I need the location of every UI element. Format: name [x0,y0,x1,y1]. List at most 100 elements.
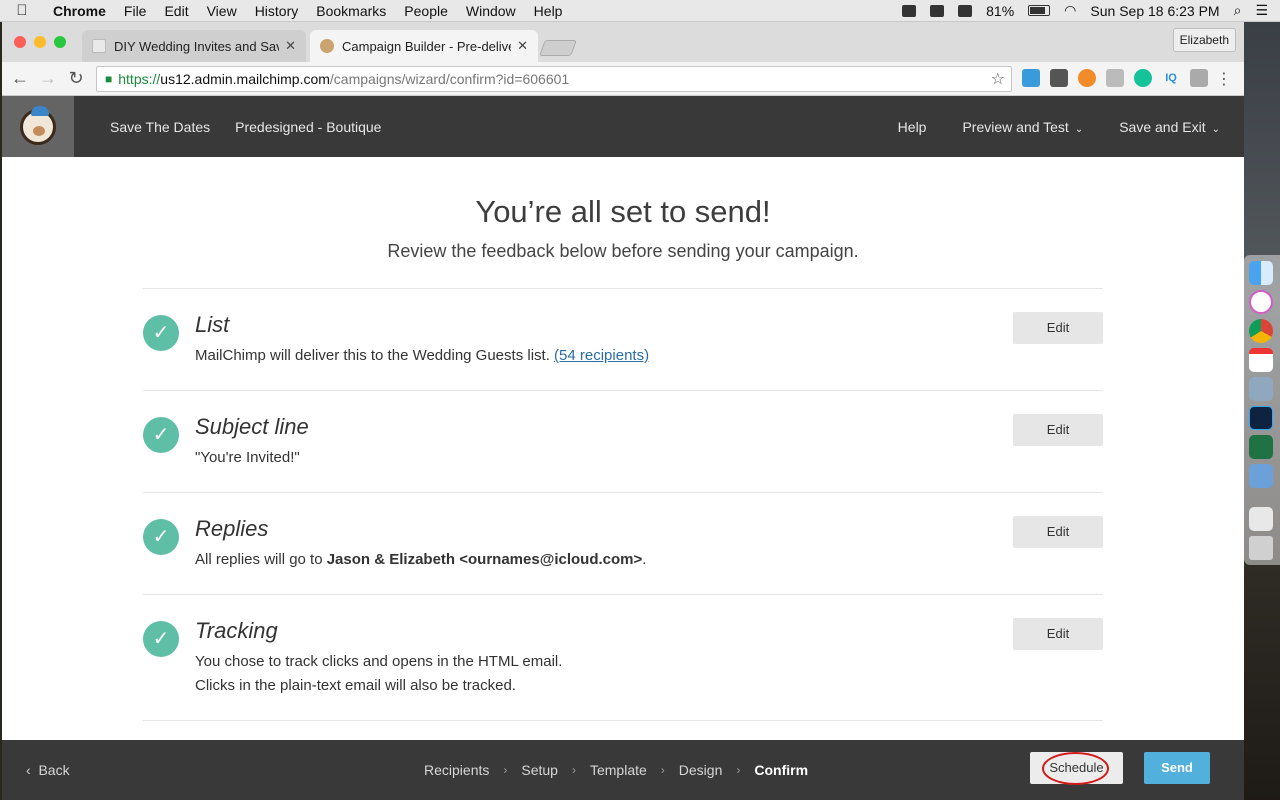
menu-edit[interactable]: Edit [155,3,197,19]
header-actions: Help Preview and Test ⌄ Save and Exit ⌄ [862,119,1244,135]
freddie-logo-icon [20,105,56,145]
section-title: Tracking [195,618,278,643]
mailchimp-header: Save The Dates Predesigned - Boutique He… [2,96,1244,157]
step-confirm[interactable]: Confirm [754,762,808,778]
close-window-icon[interactable] [14,36,26,48]
close-tab-icon[interactable]: ✕ [517,38,528,54]
tab-campaign-builder[interactable]: Campaign Builder - Pre-deliver ✕ [310,30,538,62]
preview-icon[interactable] [1249,377,1273,401]
preview-and-test-menu[interactable]: Preview and Test ⌄ [962,119,1083,135]
template-name[interactable]: Predesigned - Boutique [235,119,381,135]
menu-help[interactable]: Help [525,3,572,19]
step-recipients[interactable]: Recipients [424,762,489,778]
back-arrow-icon[interactable]: ← [6,68,34,89]
maximize-window-icon[interactable] [54,36,66,48]
mail-icon[interactable] [1249,464,1273,488]
spotlight-search-icon[interactable]: ⌕ [1234,2,1242,19]
menu-history[interactable]: History [246,3,308,19]
calendar-icon[interactable] [1249,348,1273,372]
url-path: /campaigns/wizard/confirm?id=606601 [329,71,570,87]
forward-arrow-icon[interactable]: → [34,68,62,89]
schedule-button[interactable]: Schedule [1030,752,1123,785]
excel-icon[interactable] [1249,435,1273,459]
address-bar[interactable]: ■ https://us12.admin.mailchimp.com/campa… [96,66,1012,92]
chevron-down-icon: ⌄ [1074,123,1084,135]
edit-list-button[interactable]: Edit [1013,312,1103,344]
chrome-menu-icon[interactable]: ⋮ [1216,69,1232,89]
itunes-icon[interactable] [1249,290,1273,314]
step-setup[interactable]: Setup [521,762,558,778]
apple-menu-icon[interactable]:  [0,2,44,19]
save-and-exit-menu[interactable]: Save and Exit ⌄ [1119,119,1220,135]
trash-icon[interactable] [1249,536,1273,560]
section-subject: ✓ Subject line "You're Invited!" Edit [143,390,1103,492]
list-desc-text: MailChimp will deliver this to the Weddi… [195,347,555,364]
extension-tb-icon[interactable] [1190,69,1208,87]
scanner-icon[interactable] [958,4,973,17]
clock[interactable]: Sun Sep 18 6:23 PM [1090,3,1219,19]
extension-bird-icon[interactable] [1022,69,1040,87]
confirm-content: You’re all set to send! Review the feedb… [2,157,1244,740]
minimize-window-icon[interactable] [34,36,46,48]
tab-diy-wedding[interactable]: DIY Wedding Invites and Save ✕ [82,30,306,62]
back-label: Back [38,762,70,778]
browser-window: DIY Wedding Invites and Save ✕ Campaign … [2,22,1244,800]
edit-subject-button[interactable]: Edit [1013,414,1103,446]
url-host: us12.admin.mailchimp.com [160,71,330,87]
extension-iq-icon[interactable]: IQ [1162,69,1180,87]
section-description: MailChimp will deliver this to the Weddi… [195,344,649,368]
extension-owl-icon[interactable] [1050,69,1068,87]
campaign-name[interactable]: Save The Dates [110,119,210,135]
reload-icon[interactable]: ↻ [62,68,90,89]
music-folder-icon[interactable] [1249,507,1273,531]
section-title: List [195,312,230,337]
chrome-icon[interactable] [1249,319,1273,343]
edit-tracking-button[interactable]: Edit [1013,618,1103,650]
profile-button[interactable]: Elizabeth [1172,28,1236,52]
send-button[interactable]: Send [1144,752,1210,784]
edit-replies-button[interactable]: Edit [1013,516,1103,548]
menu-window[interactable]: Window [457,3,525,19]
photoshop-icon[interactable] [1249,406,1273,430]
checkmark-icon: ✓ [143,621,179,657]
help-link[interactable]: Help [898,119,927,135]
finder-icon[interactable] [1249,261,1273,285]
chevron-right-icon: › [503,763,508,777]
section-list: ✓ List MailChimp will deliver this to th… [143,288,1103,390]
notification-center-icon[interactable]: ☰ [1255,2,1268,19]
preview-label: Preview and Test [962,118,1069,135]
section-title: Replies [195,516,269,541]
evernote-icon[interactable] [930,4,945,17]
step-design[interactable]: Design [679,762,723,778]
close-tab-icon[interactable]: ✕ [285,38,296,54]
menu-people[interactable]: People [395,3,457,19]
menu-file[interactable]: File [115,3,156,19]
battery-icon[interactable] [1028,5,1051,16]
mailchimp-logo[interactable] [2,96,74,157]
section-tracking: ✓ Tracking You chose to track clicks and… [143,594,1103,740]
back-button[interactable]: ‹ Back [26,762,70,778]
grammarly-icon[interactable] [1134,69,1152,87]
window-controls [14,36,66,48]
page-title: You’re all set to send! [475,194,771,229]
tracking-line-2: Clicks in the plain-text email will also… [195,677,516,694]
chevron-right-icon: › [736,763,741,777]
wizard-steps: Recipients › Setup › Template › Design ›… [424,740,808,800]
menu-view[interactable]: View [198,3,246,19]
mac-menubar:  Chrome File Edit View History Bookmark… [0,0,1280,22]
extension-fire-icon[interactable] [1078,69,1096,87]
recipients-link[interactable]: (54 recipients) [554,347,649,364]
tab-title: Campaign Builder - Pre-deliver [342,38,512,54]
bookmark-star-icon[interactable]: ☆ [991,69,1005,89]
dropbox-icon[interactable] [902,4,917,17]
menu-bookmarks[interactable]: Bookmarks [307,3,395,19]
replies-suffix: . [642,551,647,568]
wifi-icon[interactable]: ◠ [1064,2,1076,19]
tab-strip: DIY Wedding Invites and Save ✕ Campaign … [2,22,1244,62]
step-template[interactable]: Template [590,762,647,778]
checkmark-icon: ✓ [143,315,179,351]
menu-app-name[interactable]: Chrome [44,3,115,19]
extension-translate-icon[interactable] [1106,69,1124,87]
new-tab-button[interactable] [539,40,577,56]
page-favicon-icon [92,39,106,53]
